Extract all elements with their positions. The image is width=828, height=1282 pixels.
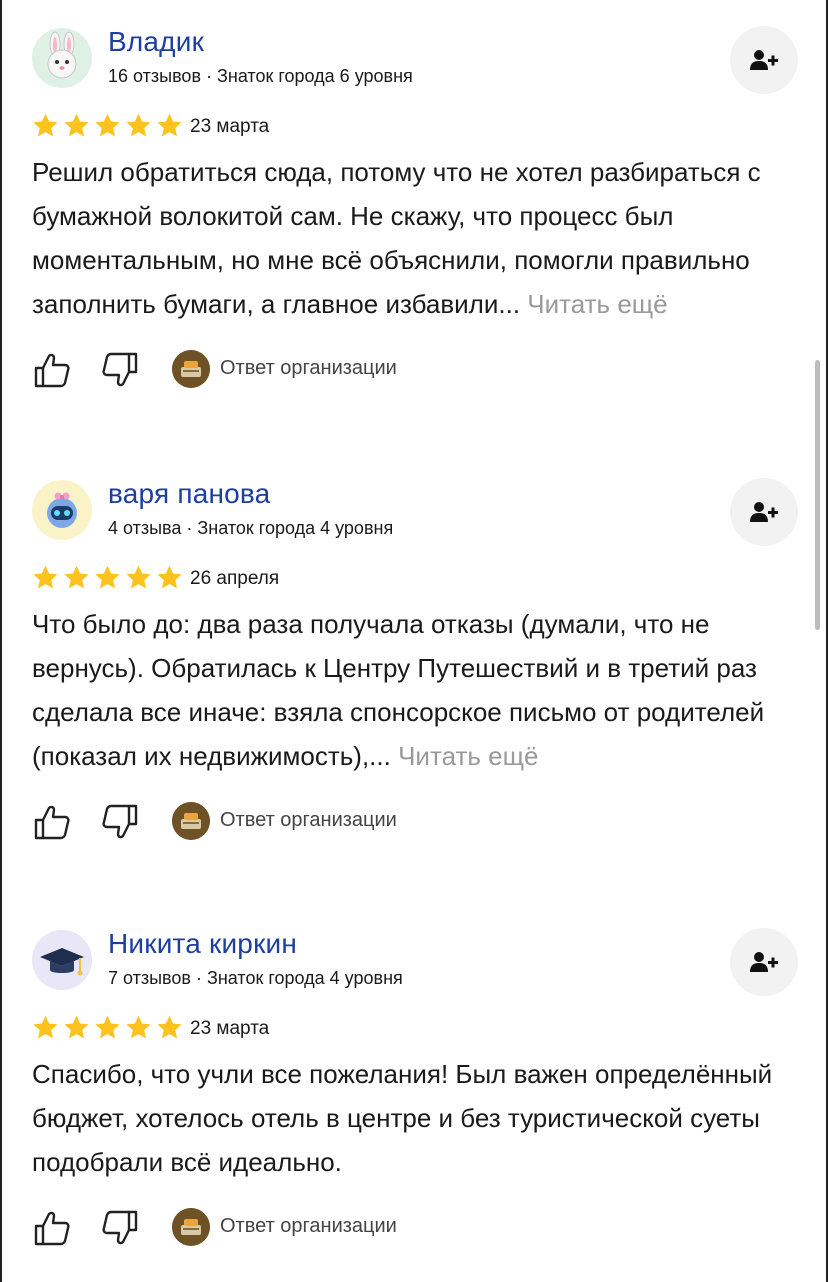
- robot-icon: [47, 492, 77, 528]
- review-card: Владик 16 отзывов · Знаток города 6 уров…: [32, 26, 802, 394]
- subscribe-button[interactable]: [730, 26, 798, 94]
- review-card: Никита киркин 7 отзывов · Знаток города …: [32, 928, 802, 1252]
- star-icon: [33, 565, 58, 589]
- organization-logo-icon: [172, 350, 210, 388]
- scrollbar[interactable]: [815, 360, 820, 630]
- review-text: Решил обратиться сюда, потому что не хот…: [32, 150, 792, 326]
- star-icon: [64, 1015, 89, 1039]
- review-text: Спасибо, что учли все пожелания! Был важ…: [32, 1052, 792, 1184]
- review-date: 23 марта: [190, 1018, 270, 1039]
- thumbs-up-icon[interactable]: [32, 1208, 72, 1248]
- review-actions: Ответ организации: [32, 798, 802, 846]
- add-user-icon: [750, 50, 778, 70]
- author-meta: 16 отзывов · Знаток города 6 уровня: [108, 66, 413, 86]
- organization-logo-icon: [172, 1208, 210, 1246]
- star-icon: [157, 113, 182, 137]
- review-text: Что было до: два раза получала отказы (д…: [32, 602, 792, 778]
- review-actions: Ответ организации: [32, 1204, 802, 1252]
- graduation-cap-icon: [40, 948, 84, 976]
- frame-border-left: [0, 0, 2, 1282]
- avatar[interactable]: [32, 28, 92, 88]
- thumbs-up-icon[interactable]: [32, 350, 72, 390]
- star-icon: [126, 113, 151, 137]
- star-icon: [157, 565, 182, 589]
- review-date: 26 апреля: [190, 568, 280, 589]
- rating-row: 23 марта: [32, 112, 802, 146]
- read-more-link[interactable]: Читать ещё: [398, 741, 538, 771]
- thumbs-down-icon[interactable]: [100, 802, 140, 842]
- author-name[interactable]: Никита киркин: [108, 928, 297, 960]
- author-name[interactable]: варя панова: [108, 478, 270, 510]
- star-icon: [95, 565, 120, 589]
- review-header: варя панова 4 отзыва · Знаток города 4 у…: [32, 478, 802, 554]
- organization-answer-link[interactable]: Ответ организации: [220, 357, 397, 380]
- star-icon: [64, 113, 89, 137]
- star-icon: [126, 1015, 151, 1039]
- subscribe-button[interactable]: [730, 478, 798, 546]
- author-meta: 7 отзывов · Знаток города 4 уровня: [108, 968, 403, 988]
- star-rating: [32, 112, 183, 139]
- star-icon: [95, 113, 120, 137]
- star-rating: [32, 1014, 183, 1041]
- review-actions: Ответ организации: [32, 346, 802, 394]
- star-icon: [64, 565, 89, 589]
- add-user-icon: [750, 502, 778, 522]
- avatar[interactable]: [32, 480, 92, 540]
- bunny-icon: [47, 31, 77, 79]
- author-name[interactable]: Владик: [108, 26, 204, 58]
- star-icon: [126, 565, 151, 589]
- thumbs-down-icon[interactable]: [100, 350, 140, 390]
- review-body: Спасибо, что учли все пожелания! Был важ…: [32, 1059, 773, 1177]
- organization-answer-link[interactable]: Ответ организации: [220, 809, 397, 832]
- rating-row: 26 апреля: [32, 564, 802, 598]
- avatar[interactable]: [32, 930, 92, 990]
- review-header: Никита киркин 7 отзывов · Знаток города …: [32, 928, 802, 1004]
- star-icon: [33, 1015, 58, 1039]
- review-date: 23 марта: [190, 116, 270, 137]
- organization-answer-link[interactable]: Ответ организации: [220, 1215, 397, 1238]
- review-header: Владик 16 отзывов · Знаток города 6 уров…: [32, 26, 802, 102]
- subscribe-button[interactable]: [730, 928, 798, 996]
- star-icon: [157, 1015, 182, 1039]
- add-user-icon: [750, 952, 778, 972]
- rating-row: 23 марта: [32, 1014, 802, 1048]
- author-meta: 4 отзыва · Знаток города 4 уровня: [108, 518, 394, 538]
- read-more-link[interactable]: Читать ещё: [527, 289, 667, 319]
- star-rating: [32, 564, 183, 591]
- organization-logo-icon: [172, 802, 210, 840]
- star-icon: [33, 113, 58, 137]
- thumbs-down-icon[interactable]: [100, 1208, 140, 1248]
- thumbs-up-icon[interactable]: [32, 802, 72, 842]
- star-icon: [95, 1015, 120, 1039]
- review-card: варя панова 4 отзыва · Знаток города 4 у…: [32, 478, 802, 846]
